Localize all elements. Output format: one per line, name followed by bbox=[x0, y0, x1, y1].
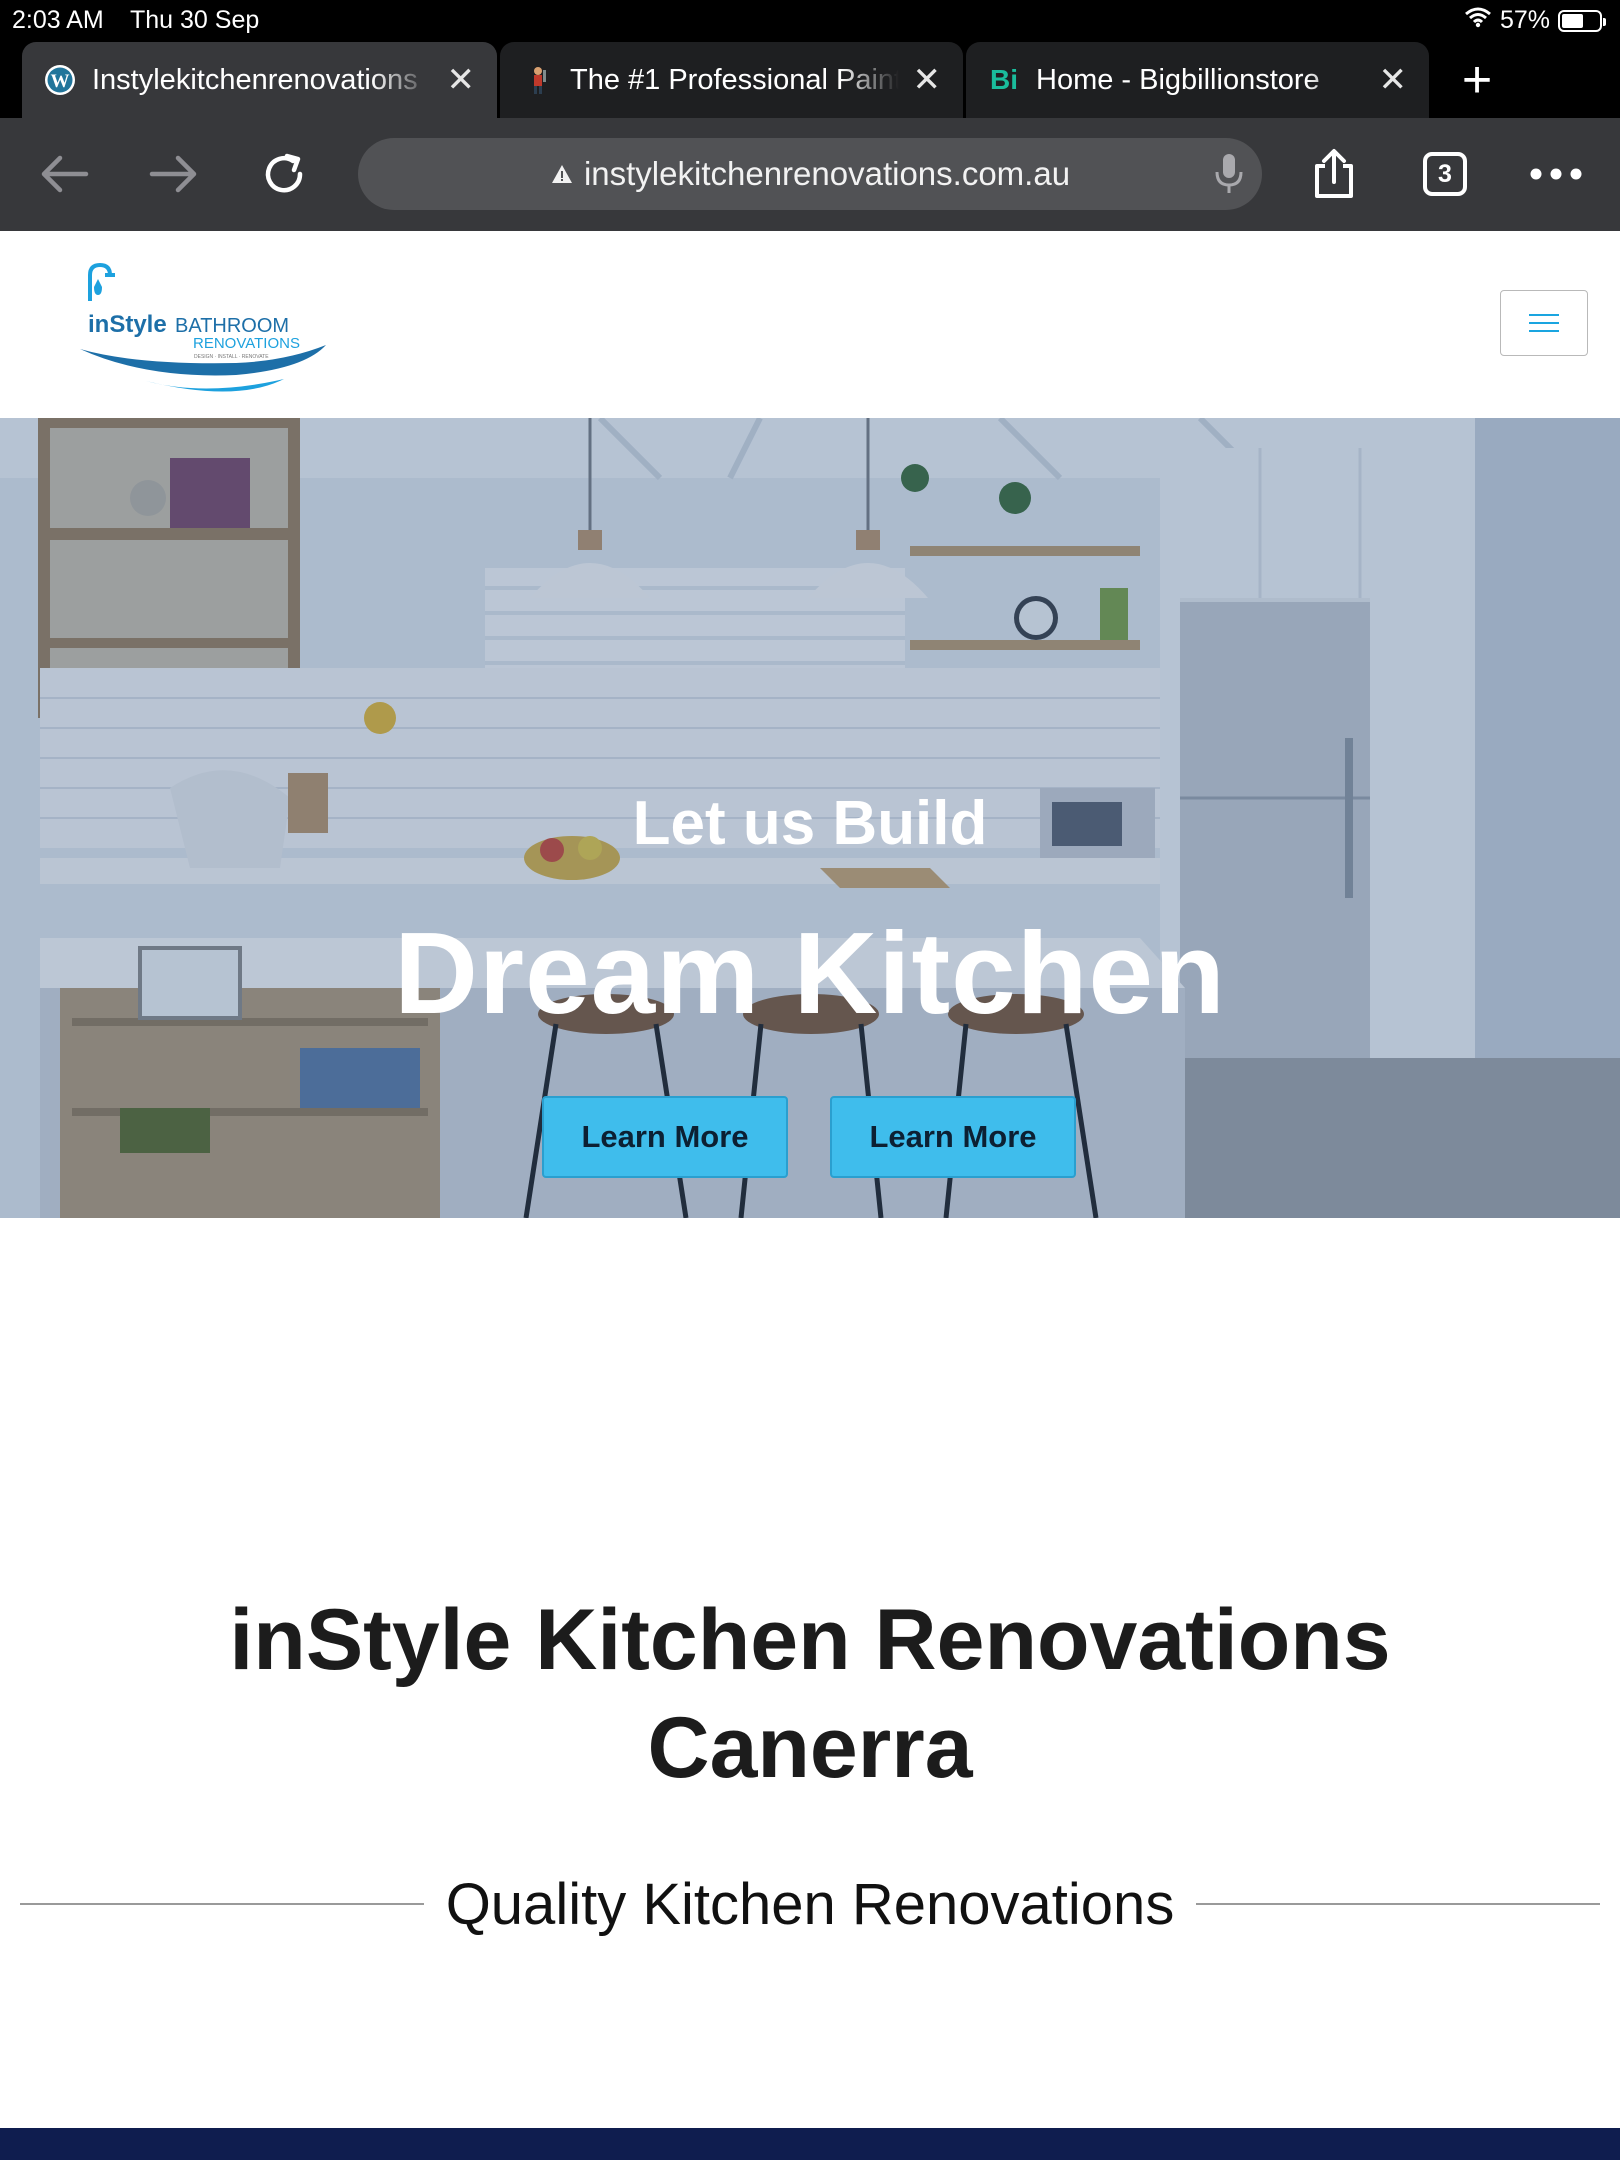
footer-band bbox=[0, 2128, 1620, 2160]
status-bar: 2:03 AM Thu 30 Sep 57% bbox=[0, 0, 1620, 40]
tabs-overview-button[interactable]: 3 bbox=[1413, 142, 1477, 206]
forward-arrow-icon[interactable] bbox=[142, 142, 206, 206]
close-icon[interactable]: ✕ bbox=[1379, 60, 1408, 100]
tab-bigbillionstore[interactable]: Bi Home - Bigbillionstore ✕ bbox=[966, 42, 1429, 118]
painter-icon bbox=[522, 64, 554, 96]
tab-bar: W Instylekitchenrenovations ✕ The #1 Pro… bbox=[0, 40, 1620, 118]
hamburger-menu-icon[interactable] bbox=[1500, 290, 1588, 356]
hero-title: Dream Kitchen bbox=[394, 908, 1226, 1038]
learn-more-button-2[interactable]: Learn More bbox=[830, 1096, 1076, 1178]
share-icon[interactable] bbox=[1302, 142, 1366, 206]
battery-percent: 57% bbox=[1499, 6, 1550, 34]
microphone-icon[interactable] bbox=[1214, 152, 1244, 204]
hero-banner: Let us Build Dream Kitchen Learn More Le… bbox=[0, 418, 1620, 1218]
divider-right bbox=[1196, 1903, 1600, 1905]
section-title: inStyle Kitchen Renovations Canerra bbox=[0, 1586, 1620, 1802]
svg-text:W: W bbox=[51, 71, 70, 92]
tab-title: Home - Bigbillionstore bbox=[1036, 63, 1320, 96]
reload-icon[interactable] bbox=[252, 142, 316, 206]
section-title-line-1: inStyle Kitchen Renovations bbox=[229, 1592, 1391, 1688]
address-bar[interactable]: instylekitchenrenovations.com.au bbox=[358, 138, 1262, 210]
svg-text:RENOVATIONS: RENOVATIONS bbox=[193, 335, 300, 352]
hero-kicker: Let us Build bbox=[632, 789, 988, 858]
learn-more-button[interactable]: Learn More bbox=[542, 1096, 788, 1178]
site-logo[interactable]: inStyle BATHROOM RENOVATIONS DESIGN · IN… bbox=[76, 257, 332, 397]
more-options-icon[interactable] bbox=[1524, 142, 1588, 206]
close-icon[interactable]: ✕ bbox=[913, 60, 942, 100]
tab-instylekitchen[interactable]: W Instylekitchenrenovations ✕ bbox=[22, 42, 497, 118]
tab-title: The #1 Professional Painters bbox=[570, 63, 899, 96]
section-title-line-2: Canerra bbox=[647, 1700, 973, 1796]
status-time: 2:03 AM bbox=[12, 6, 104, 34]
tab-title: Instylekitchenrenovations bbox=[92, 63, 418, 96]
status-indicators: 57% bbox=[1464, 6, 1606, 35]
subheading: Quality Kitchen Renovations bbox=[445, 1871, 1175, 1937]
close-icon[interactable]: ✕ bbox=[447, 60, 476, 100]
address-url: instylekitchenrenovations.com.au bbox=[583, 155, 1071, 192]
bigbillion-icon: Bi bbox=[990, 64, 1018, 95]
status-date: Thu 30 Sep bbox=[130, 6, 260, 34]
back-arrow-icon[interactable] bbox=[32, 142, 96, 206]
subheading-row: Quality Kitchen Renovations bbox=[20, 1870, 1600, 1938]
wifi-icon bbox=[1464, 6, 1492, 35]
site-header: inStyle BATHROOM RENOVATIONS DESIGN · IN… bbox=[0, 231, 1620, 418]
svg-text:inStyle: inStyle bbox=[88, 311, 167, 338]
browser-toolbar: instylekitchenrenovations.com.au 3 bbox=[0, 118, 1620, 231]
new-tab-button[interactable]: + bbox=[1447, 52, 1507, 112]
warning-icon bbox=[550, 155, 574, 193]
wordpress-icon: W bbox=[44, 64, 76, 96]
divider-left bbox=[20, 1903, 424, 1905]
svg-text:DESIGN · INSTALL · RENOVATE: DESIGN · INSTALL · RENOVATE bbox=[194, 354, 269, 360]
tab-count: 3 bbox=[1423, 152, 1467, 196]
battery-fill bbox=[1562, 13, 1583, 28]
svg-text:BATHROOM: BATHROOM bbox=[175, 315, 289, 337]
battery-icon bbox=[1558, 9, 1606, 32]
tab-professional-painters[interactable]: The #1 Professional Painters ✕ bbox=[500, 42, 963, 118]
